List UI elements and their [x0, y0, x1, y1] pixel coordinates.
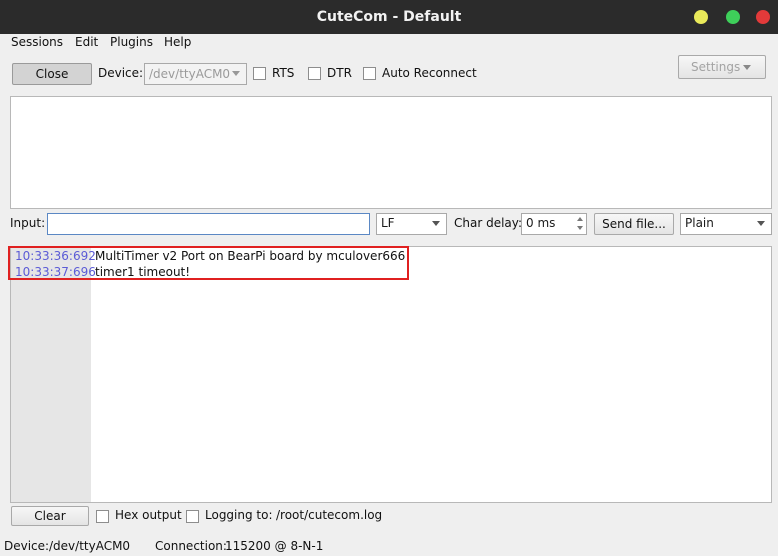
chevron-down-icon: [743, 65, 751, 70]
format-combo[interactable]: Plain: [680, 213, 772, 235]
highlight-box: [8, 246, 409, 280]
menu-bar: Sessions Edit Plugins Help: [0, 34, 778, 54]
hex-output-checkbox[interactable]: [96, 510, 109, 523]
minimize-button[interactable]: [694, 10, 708, 24]
window-title: CuteCom - Default: [316, 9, 462, 25]
status-connection-value: 115200 @ 8-N-1: [225, 539, 324, 553]
sent-data-area[interactable]: [10, 96, 772, 209]
send-file-button[interactable]: Send file...: [594, 213, 674, 235]
settings-label: Settings: [691, 60, 741, 74]
spin-down-icon[interactable]: [577, 226, 583, 230]
device-combo[interactable]: /dev/ttyACM0: [144, 63, 247, 85]
close-button[interactable]: Close: [12, 63, 92, 85]
status-device-label: Device:: [4, 539, 50, 553]
status-connection-label: Connection:: [155, 539, 227, 553]
rts-label: RTS: [272, 66, 295, 80]
clear-button[interactable]: Clear: [11, 506, 89, 526]
settings-button[interactable]: Settings: [678, 55, 766, 79]
close-window-button[interactable]: [756, 10, 770, 24]
device-combo-value: /dev/ttyACM0: [149, 67, 231, 81]
dtr-label: DTR: [327, 66, 352, 80]
logging-checkbox[interactable]: [186, 510, 199, 523]
menu-plugins[interactable]: Plugins: [110, 35, 153, 49]
auto-reconnect-checkbox[interactable]: [363, 67, 376, 80]
chevron-down-icon: [432, 221, 440, 226]
line-end-combo[interactable]: LF: [376, 213, 447, 235]
status-device-value: /dev/ttyACM0: [49, 539, 131, 553]
menu-sessions[interactable]: Sessions: [11, 35, 63, 49]
auto-reconnect-label: Auto Reconnect: [382, 66, 477, 80]
char-delay-spinbox[interactable]: 0 ms: [521, 213, 587, 235]
chevron-down-icon: [757, 221, 765, 226]
logging-label: Logging to:: [205, 508, 273, 522]
maximize-button[interactable]: [726, 10, 740, 24]
format-value: Plain: [685, 216, 714, 230]
spin-up-icon[interactable]: [577, 217, 583, 221]
line-end-value: LF: [381, 216, 395, 230]
device-label: Device:: [98, 66, 144, 80]
dtr-checkbox[interactable]: [308, 67, 321, 80]
char-delay-value: 0 ms: [526, 216, 556, 230]
input-field[interactable]: [47, 213, 370, 235]
log-path[interactable]: /root/cutecom.log: [276, 508, 382, 522]
timestamp-gutter: [11, 247, 91, 502]
status-bar: Device: /dev/ttyACM0 Connection: 115200 …: [0, 536, 778, 556]
output-log-area[interactable]: 10:33:36:692 MultiTimer v2 Port on BearP…: [10, 246, 772, 503]
char-delay-label: Char delay:: [454, 216, 523, 230]
menu-edit[interactable]: Edit: [75, 35, 98, 49]
title-bar: CuteCom - Default: [0, 0, 778, 34]
hex-output-label: Hex output: [115, 508, 182, 522]
chevron-down-icon: [232, 71, 240, 76]
input-label: Input:: [10, 216, 46, 230]
rts-checkbox[interactable]: [253, 67, 266, 80]
menu-help[interactable]: Help: [164, 35, 191, 49]
